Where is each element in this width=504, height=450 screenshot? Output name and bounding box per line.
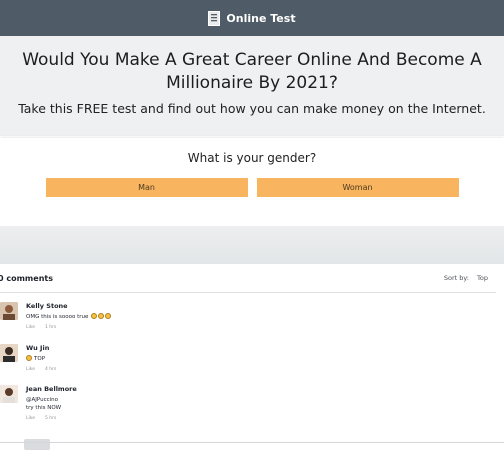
comment-time: 1 hrs: [44, 325, 57, 330]
background-band: [0, 226, 504, 264]
commenter-name[interactable]: Jean Bellmore: [26, 385, 77, 394]
commenter-name[interactable]: Wu Jin: [26, 344, 56, 353]
avatar[interactable]: [0, 302, 18, 320]
comment-text-content: TOP: [34, 356, 46, 362]
comment-time: 4 hrs: [44, 367, 57, 372]
avatar[interactable]: [0, 344, 18, 362]
comment-time: 5 hrs: [44, 416, 57, 421]
comment-item: Kelly Stone OMG this is soooo true Like …: [0, 302, 112, 330]
avatar[interactable]: [0, 385, 18, 403]
page-headline: Would You Make A Great Career Online And…: [22, 50, 482, 93]
emoji-icon: [98, 313, 105, 319]
comment-text: TOP: [26, 355, 56, 363]
comment-text: try this NOW: [26, 405, 62, 411]
comment-meta: Like 5 hrs: [26, 416, 77, 421]
commenter-name[interactable]: Kelly Stone: [26, 302, 111, 311]
quiz-question: What is your gender?: [187, 151, 317, 165]
emoji-icon: [26, 355, 32, 361]
document-icon: [208, 10, 221, 26]
page-subtitle: Take this FREE test and find out how you…: [18, 101, 486, 116]
top-bar: Online Test: [0, 0, 504, 36]
comment-text-content: OMG this is soooo true: [26, 314, 89, 320]
like-link[interactable]: Like: [26, 325, 35, 330]
comments-section: 0 comments Sort by: Top Kelly Stone OMG …: [0, 264, 504, 450]
partial-avatar: [24, 439, 50, 450]
answer-man-button[interactable]: Man: [45, 178, 248, 197]
comments-header: 0 comments Sort by: Top: [0, 264, 496, 293]
answer-woman-button[interactable]: Woman: [256, 178, 459, 197]
sort-value[interactable]: Top: [477, 274, 488, 282]
quiz-card: What is your gender? Man Woman: [0, 138, 504, 226]
answer-group: Man Woman: [0, 178, 504, 197]
emoji-icon: [105, 313, 112, 319]
like-link[interactable]: Like: [26, 367, 35, 372]
top-bar-title: Online Test: [226, 11, 296, 25]
hero-section: Would You Make A Great Career Online And…: [0, 36, 504, 136]
comment-meta: Like 1 hrs: [26, 325, 111, 330]
emoji-icon: [91, 313, 98, 319]
sort-control[interactable]: Sort by: Top: [444, 274, 488, 282]
like-link[interactable]: Like: [26, 416, 35, 421]
comment-item: Wu Jin TOP Like 4 hrs: [0, 344, 56, 372]
comment-mention[interactable]: @AJPuccino: [26, 396, 77, 404]
comments-count: 0 comments: [0, 273, 53, 283]
comment-text: OMG this is soooo true: [26, 313, 112, 321]
sort-label: Sort by:: [443, 274, 469, 282]
comment-item: Jean Bellmore @AJPuccino try this NOW Li…: [0, 385, 77, 421]
comment-meta: Like 4 hrs: [26, 367, 56, 372]
divider: [0, 442, 504, 443]
